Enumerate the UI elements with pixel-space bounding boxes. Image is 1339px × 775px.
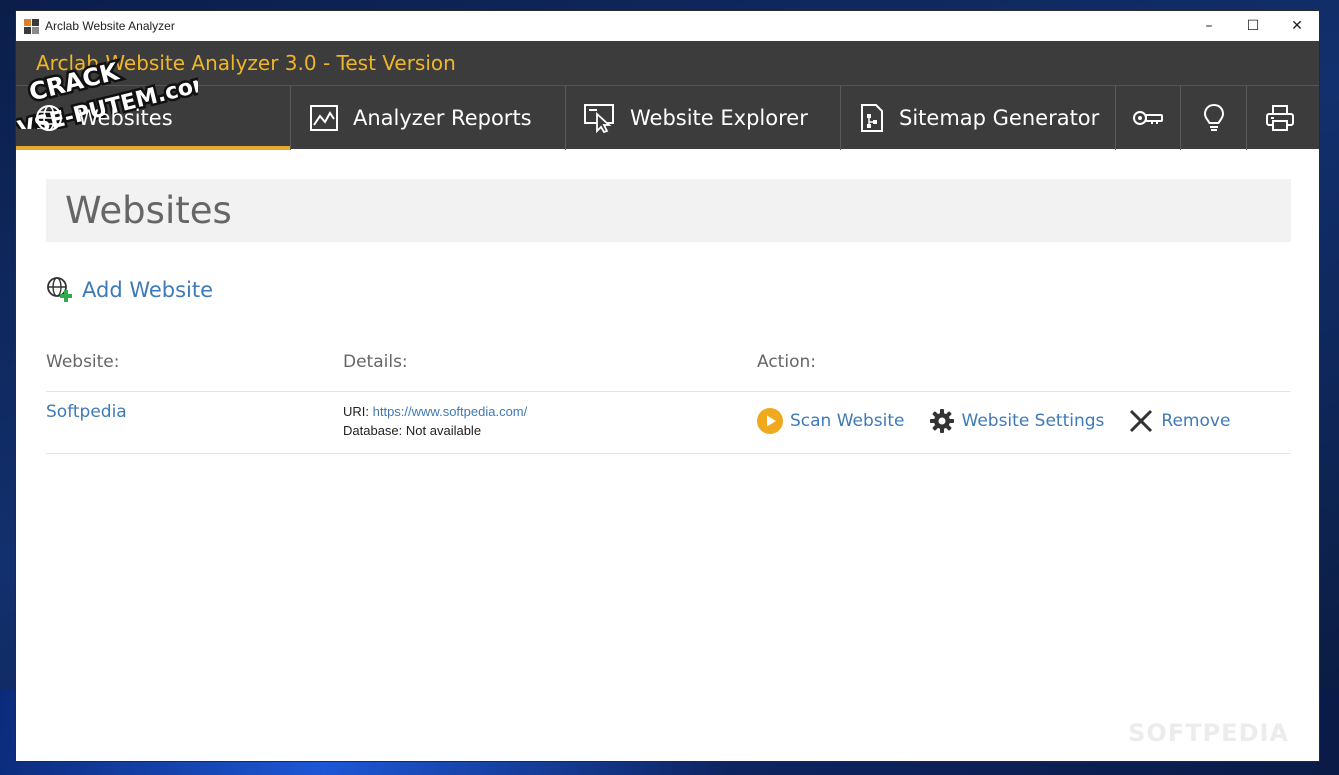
website-settings-button[interactable]: Website Settings xyxy=(929,408,1105,434)
tab-analyzer-reports[interactable]: Analyzer Reports xyxy=(291,86,566,150)
window-controls: – ☐ ✕ xyxy=(1187,11,1319,41)
tab-website-explorer[interactable]: Website Explorer xyxy=(566,86,841,150)
uri-link[interactable]: https://www.softpedia.com/ xyxy=(373,404,528,419)
website-details: URI: https://www.softpedia.com/ Database… xyxy=(343,402,757,440)
header-details: Details: xyxy=(343,352,408,372)
print-button[interactable] xyxy=(1247,86,1313,150)
license-button[interactable] xyxy=(1116,86,1181,150)
table-header: Website: Details: Action: xyxy=(46,352,1291,392)
gear-icon xyxy=(929,409,954,433)
printer-icon xyxy=(1266,105,1294,131)
chart-icon xyxy=(310,105,338,131)
database-label: Database: xyxy=(343,423,403,438)
close-icon xyxy=(1130,409,1153,433)
remove-website-button[interactable]: Remove xyxy=(1128,408,1230,434)
header-action: Action: xyxy=(757,352,816,372)
main-content: Websites Add Website Website: Details: A… xyxy=(16,149,1319,454)
scan-website-label: Scan Website xyxy=(790,411,905,431)
window-title: Arclab Website Analyzer xyxy=(45,19,175,33)
tab-sitemap-generator[interactable]: Sitemap Generator xyxy=(841,86,1116,150)
tab-label: Website Explorer xyxy=(630,106,808,130)
uri-label: URI: xyxy=(343,404,369,419)
websites-table: Website: Details: Action: Softpedia URI:… xyxy=(46,352,1291,454)
website-settings-label: Website Settings xyxy=(961,411,1105,431)
add-website-button[interactable]: Add Website xyxy=(46,276,1289,304)
globe-icon xyxy=(36,105,62,131)
close-button[interactable]: ✕ xyxy=(1275,11,1319,41)
softpedia-watermark: SOFTPEDIA xyxy=(1128,719,1289,747)
add-website-label: Add Website xyxy=(82,278,214,302)
main-nav: Websites Analyzer Reports Website Explor… xyxy=(16,85,1319,150)
row-actions: Scan Website Website Settings Remove xyxy=(757,402,1291,434)
app-header: Arclab Website Analyzer 3.0 - Test Versi… xyxy=(16,41,1319,129)
globe-add-icon xyxy=(47,277,72,302)
play-icon xyxy=(757,408,783,434)
app-window: Arclab Website Analyzer – ☐ ✕ Arclab Web… xyxy=(15,10,1320,762)
page-header: Websites xyxy=(46,179,1291,242)
app-title: Arclab Website Analyzer 3.0 - Test Versi… xyxy=(36,51,456,75)
lightbulb-icon xyxy=(1203,103,1224,131)
website-name-link[interactable]: Softpedia xyxy=(46,402,127,422)
page-title: Websites xyxy=(65,189,232,232)
database-value: Not available xyxy=(405,423,482,438)
window-titlebar: Arclab Website Analyzer – ☐ ✕ xyxy=(16,11,1319,41)
explorer-icon xyxy=(584,104,614,133)
tab-label: Analyzer Reports xyxy=(353,106,532,130)
key-icon xyxy=(1133,111,1163,125)
tips-button[interactable] xyxy=(1181,86,1247,150)
table-row: Softpedia URI: https://www.softpedia.com… xyxy=(46,392,1291,454)
remove-label: Remove xyxy=(1161,411,1231,431)
header-website: Website: xyxy=(46,352,120,372)
sitemap-icon xyxy=(861,104,883,132)
minimize-button[interactable]: – xyxy=(1187,11,1231,41)
tab-websites[interactable]: Websites xyxy=(16,86,291,150)
tab-label: Sitemap Generator xyxy=(899,106,1100,130)
app-logo-icon xyxy=(24,18,39,34)
tab-label: Websites xyxy=(78,106,173,130)
maximize-button[interactable]: ☐ xyxy=(1231,11,1275,41)
scan-website-button[interactable]: Scan Website xyxy=(757,408,905,434)
